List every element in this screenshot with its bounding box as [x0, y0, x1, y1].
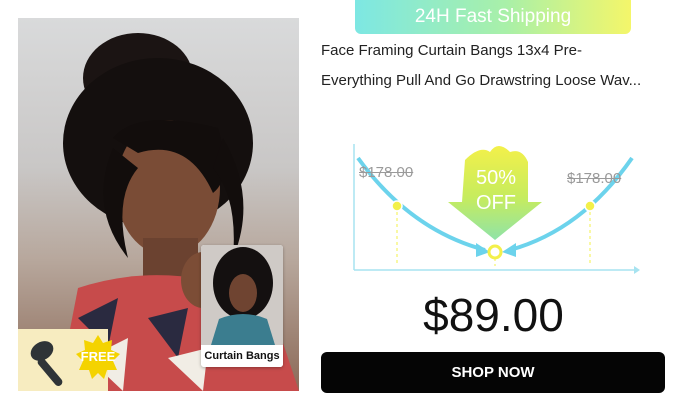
- original-price-right: $178.00: [567, 170, 622, 187]
- product-photo[interactable]: FREE Curtain Bangs: [18, 18, 299, 391]
- curtain-bangs-thumbnail[interactable]: Curtain Bangs: [201, 245, 283, 367]
- brush-icon: [30, 341, 63, 386]
- original-price-left: $178.00: [359, 164, 414, 181]
- shop-now-button[interactable]: SHOP NOW: [321, 352, 665, 393]
- discount-off-label: OFF: [476, 192, 516, 214]
- current-price: $89.00: [423, 289, 564, 341]
- product-title-line2: Everything Pull And Go Drawstring Loose …: [321, 72, 642, 89]
- inset-label: Curtain Bangs: [201, 345, 283, 367]
- graph-x-arrow: [634, 266, 640, 274]
- thumbnail-image: [201, 245, 283, 345]
- discount-percent: 50%: [475, 167, 517, 189]
- product-title-line1: Face Framing Curtain Bangs 13x4 Pre-: [321, 42, 582, 59]
- free-star-icon: FREE: [76, 335, 120, 379]
- left-dot: [391, 200, 403, 212]
- free-label: FREE: [80, 349, 116, 364]
- free-gift-badge: FREE: [18, 329, 120, 391]
- fast-shipping-banner: 24H Fast Shipping: [355, 0, 631, 34]
- product-title[interactable]: Face Framing Curtain Bangs 13x4 Pre- Eve…: [321, 36, 666, 96]
- discount-graphic: $178.00 $178.00 50% OFF: [350, 140, 640, 275]
- right-dot: [584, 200, 596, 212]
- center-dot: [487, 244, 503, 260]
